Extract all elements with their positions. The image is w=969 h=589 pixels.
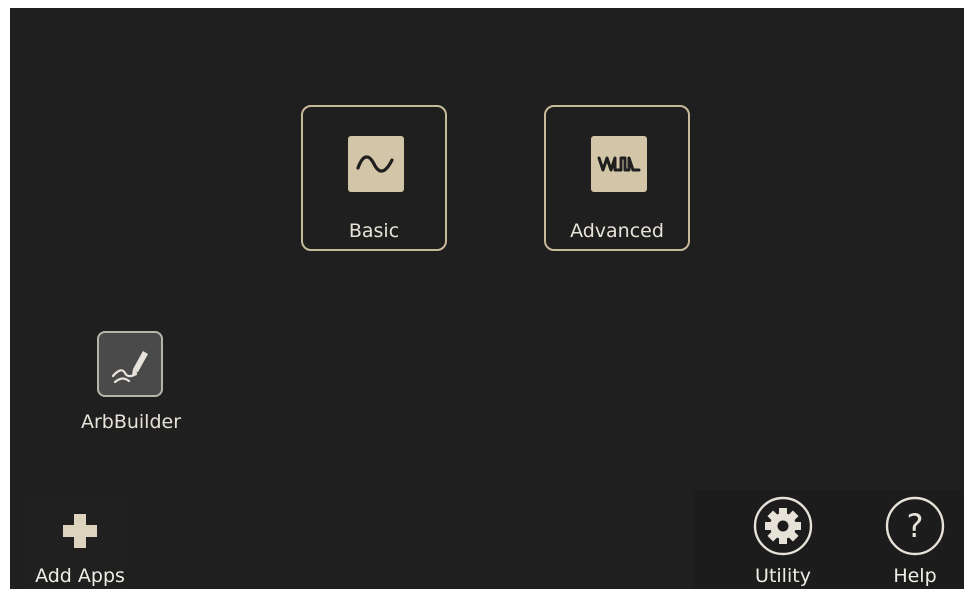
advanced-tile[interactable]: Advanced xyxy=(544,105,690,251)
pen-draw-icon[interactable] xyxy=(97,331,163,397)
advanced-label: Advanced xyxy=(570,220,664,242)
basic-label: Basic xyxy=(348,220,400,242)
arbbuilder-label: ArbBuilder xyxy=(80,411,182,433)
home-screen: Basic Advanced ArbBuilder Add Apps Utili… xyxy=(10,8,964,589)
plus-icon[interactable] xyxy=(49,502,111,564)
sine-wave-icon xyxy=(348,136,404,192)
pulse-wave-icon xyxy=(591,136,647,192)
basic-tile[interactable]: Basic xyxy=(301,105,447,251)
utility-label[interactable]: Utility xyxy=(743,565,823,587)
gear-icon[interactable] xyxy=(752,495,814,557)
question-icon[interactable]: ? xyxy=(884,495,946,557)
add-apps-label[interactable]: Add Apps xyxy=(30,565,130,587)
svg-text:?: ? xyxy=(907,507,924,545)
help-label[interactable]: Help xyxy=(875,565,955,587)
